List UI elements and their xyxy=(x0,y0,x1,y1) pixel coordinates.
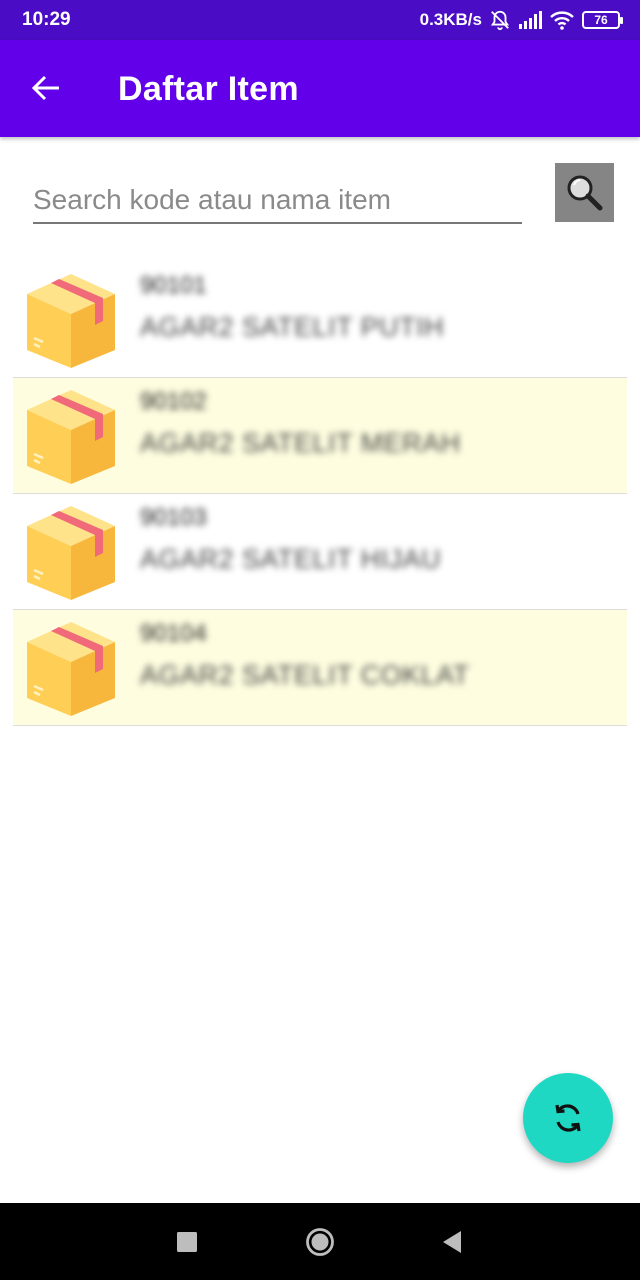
search-icon xyxy=(567,175,602,210)
status-bar: 10:29 0.3KB/s 76 xyxy=(0,0,640,40)
mute-icon xyxy=(490,10,510,31)
list-item[interactable]: 90101 AGAR2 SATELIT PUTIH xyxy=(13,262,627,378)
item-name: AGAR2 SATELIT HIJAU xyxy=(140,544,442,574)
back-icon xyxy=(443,1231,461,1253)
item-code: 90103 xyxy=(140,504,207,531)
refresh-icon xyxy=(555,1104,581,1132)
search-field[interactable] xyxy=(33,178,522,224)
home-icon xyxy=(306,1228,334,1256)
battery-icon: 76 xyxy=(582,11,623,29)
status-icons: 0.3KB/s 76 xyxy=(419,7,623,33)
item-name: AGAR2 SATELIT MERAH xyxy=(140,428,461,458)
app-bar: Daftar Item xyxy=(0,40,640,137)
item-list: 90101 AGAR2 SATELIT PUTIH 90102 AGAR2 SA… xyxy=(13,262,627,726)
back-nav-button[interactable] xyxy=(437,1227,467,1257)
recents-button[interactable] xyxy=(172,1227,202,1257)
item-name: AGAR2 SATELIT COKLAT xyxy=(140,660,470,690)
refresh-button[interactable] xyxy=(523,1073,613,1163)
item-name: AGAR2 SATELIT PUTIH xyxy=(140,312,445,342)
box-icon xyxy=(27,274,115,368)
status-time: 10:29 xyxy=(22,9,71,30)
list-item[interactable]: 90102 AGAR2 SATELIT MERAH xyxy=(13,378,627,494)
home-button[interactable] xyxy=(305,1227,335,1257)
back-button[interactable] xyxy=(22,68,70,108)
battery-level: 76 xyxy=(594,13,608,27)
network-speed: 0.3KB/s xyxy=(419,10,482,29)
item-code: 90101 xyxy=(140,272,207,299)
box-icon xyxy=(27,506,115,600)
item-code: 90104 xyxy=(140,620,207,647)
arrow-left-icon xyxy=(31,75,59,101)
page-title: Daftar Item xyxy=(118,70,299,108)
box-icon xyxy=(27,390,115,484)
signal-icon xyxy=(519,11,542,29)
item-code: 90102 xyxy=(140,388,207,415)
list-item[interactable]: 90104 AGAR2 SATELIT COKLAT xyxy=(13,610,627,726)
box-icon xyxy=(27,622,115,716)
search-button[interactable] xyxy=(555,163,614,222)
wifi-icon xyxy=(550,11,574,30)
navigation-bar xyxy=(0,1203,640,1280)
recents-icon xyxy=(177,1232,197,1252)
list-item[interactable]: 90103 AGAR2 SATELIT HIJAU xyxy=(13,494,627,610)
search-input[interactable] xyxy=(33,178,522,222)
